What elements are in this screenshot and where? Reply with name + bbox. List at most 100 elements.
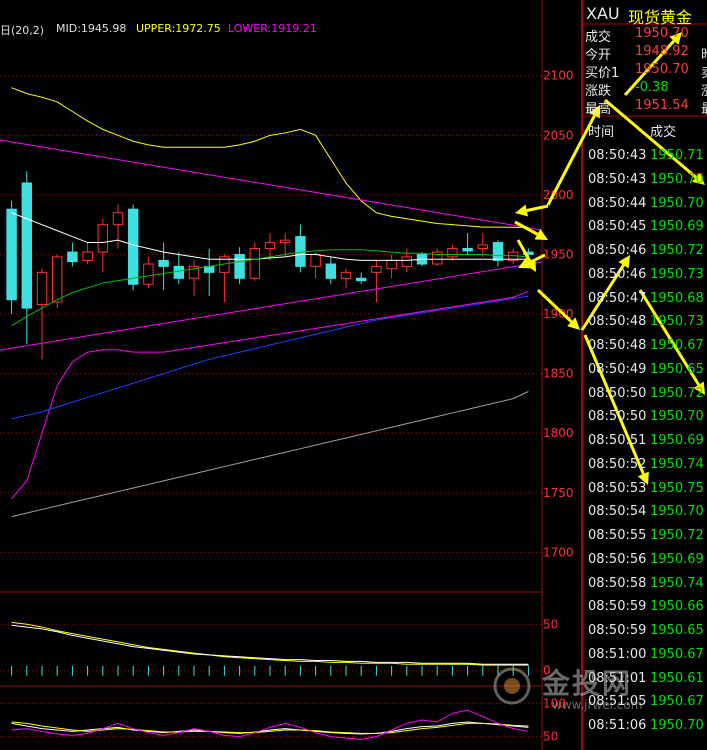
tick-row: 08:50:53 1950.75 [588, 481, 707, 496]
tick-time: 08:50:43 [588, 148, 647, 163]
tick-time: 08:50:46 [588, 243, 647, 258]
candle-body [492, 242, 504, 261]
tick-price: 1950.71 [650, 148, 704, 163]
tick-price: 1950.69 [650, 551, 704, 567]
tick-row: 08:50:46 1950.73 [588, 267, 707, 282]
y-tick-label: 1800 [543, 426, 574, 440]
candle-body [158, 259, 169, 267]
tick-row: 08:50:48 1950.67 [588, 338, 707, 353]
candle-body [173, 265, 185, 279]
candle-body [371, 265, 382, 273]
candle-body [82, 251, 93, 261]
y-tick-label: 50 [543, 730, 558, 744]
y-tick-label: 1850 [543, 367, 574, 381]
tick-price: 1950.69 [650, 219, 704, 235]
tick-row: 08:50:58 1950.74 [588, 576, 707, 591]
tick-time: 08:50:44 [588, 195, 647, 211]
candle-body [51, 256, 63, 303]
series-line [11, 295, 529, 420]
series-line [11, 391, 529, 518]
ticks-header-price: 成交 [650, 125, 677, 140]
tick-price: 1950.72 [650, 385, 704, 401]
arrow-head [515, 204, 528, 217]
tick-price: 1950.70 [650, 409, 704, 425]
tick-row: 08:50:45 1950.69 [588, 219, 707, 234]
tick-price: 1950.74 [650, 575, 704, 591]
tick-price: 1950.65 [650, 361, 704, 377]
tick-time: 08:50:50 [588, 385, 647, 401]
series-line [11, 624, 529, 665]
candle-body [6, 208, 17, 301]
trendline-upper [0, 139, 543, 231]
y-tick-label: 1950 [543, 247, 574, 261]
tick-row: 08:51:06 1950.70 [588, 718, 707, 733]
indicator-name: 日(20,2) [0, 24, 45, 37]
candle-body [386, 259, 397, 270]
tick-price: 1950.67 [650, 338, 704, 353]
watermark: 金投网 www.jrwei.com [490, 660, 660, 712]
arrow-shaft [526, 204, 549, 212]
candle-body [234, 253, 245, 279]
tick-row: 08:50:48 1950.73 [588, 314, 707, 329]
series-line [11, 249, 529, 327]
tick-time: 08:50:45 [588, 219, 647, 235]
candle-body [36, 271, 48, 306]
watermark-url: www.jrwei.com [552, 698, 643, 712]
quote-edge-label: 卖 [701, 62, 707, 81]
tick-time: 08:51:06 [588, 718, 647, 733]
tick-row: 08:50:54 1950.70 [588, 504, 707, 519]
y-tick-label: 2000 [543, 188, 574, 202]
candle-body [112, 212, 124, 226]
tick-time: 08:50:53 [588, 480, 647, 496]
tick-price: 1950.65 [650, 623, 704, 638]
quote-edge-label: 最 [701, 98, 707, 117]
tick-price: 1950.73 [650, 314, 704, 330]
indicator-upper: UPPER:1972.75 [136, 22, 221, 35]
tick-time: 08:50:47 [588, 290, 647, 306]
tick-price: 1950.70 [650, 504, 704, 520]
candle-body [477, 244, 489, 250]
candle-body [447, 248, 458, 258]
y-tick-label: 2100 [543, 69, 574, 83]
tick-row: 08:50:49 1950.65 [588, 362, 707, 377]
candle-body [310, 253, 321, 267]
series-line [11, 721, 529, 735]
tick-time: 08:50:48 [588, 338, 647, 353]
quote-row: 成交 1950.70 [585, 26, 689, 45]
tick-price: 1950.68 [650, 290, 704, 306]
tick-row: 08:50:50 1950.72 [588, 386, 707, 401]
candle-body [340, 271, 352, 279]
quote-row: 涨跌 -0.38 涨 [585, 80, 707, 99]
tick-price: 1950.74 [650, 456, 704, 472]
candle-body [401, 256, 413, 267]
quote-edge-label: 昨 [701, 44, 707, 63]
candle-body [462, 248, 473, 252]
tick-time: 08:50:52 [588, 456, 647, 472]
tick-time: 08:50:49 [588, 361, 647, 377]
tick-price: 1950.72 [650, 528, 704, 543]
candle-body [97, 224, 109, 253]
indicator-lower: LOWER:1919.21 [228, 22, 317, 35]
tick-price: 1950.70 [650, 718, 704, 733]
tick-row: 08:50:59 1950.66 [588, 599, 707, 614]
watermark-logo-icon [493, 667, 531, 705]
series-line [11, 290, 529, 500]
candle-body [325, 263, 337, 279]
candle-body [249, 248, 261, 279]
tick-price: 1950.70 [650, 171, 704, 187]
quote-label: 成交 [585, 30, 612, 45]
quote-label: 涨跌 [585, 84, 612, 99]
tick-row: 08:50:59 1950.65 [588, 623, 707, 638]
tick-row: 08:50:46 1950.72 [588, 243, 707, 258]
quote-row: 买价1 1950.70 卖 [585, 62, 707, 81]
series-line [11, 709, 529, 740]
tick-time: 08:50:51 [588, 433, 647, 448]
ticks-header-time: 时间 [588, 125, 615, 140]
quote-label: 最高 [585, 102, 612, 117]
y-tick-label: 1700 [543, 545, 574, 559]
quote-label: 买价1 [585, 66, 620, 81]
tick-time: 08:50:46 [588, 266, 647, 282]
tick-price: 1950.70 [650, 195, 704, 211]
tick-price: 1950.66 [650, 599, 704, 615]
arrow-shaft [583, 334, 645, 475]
